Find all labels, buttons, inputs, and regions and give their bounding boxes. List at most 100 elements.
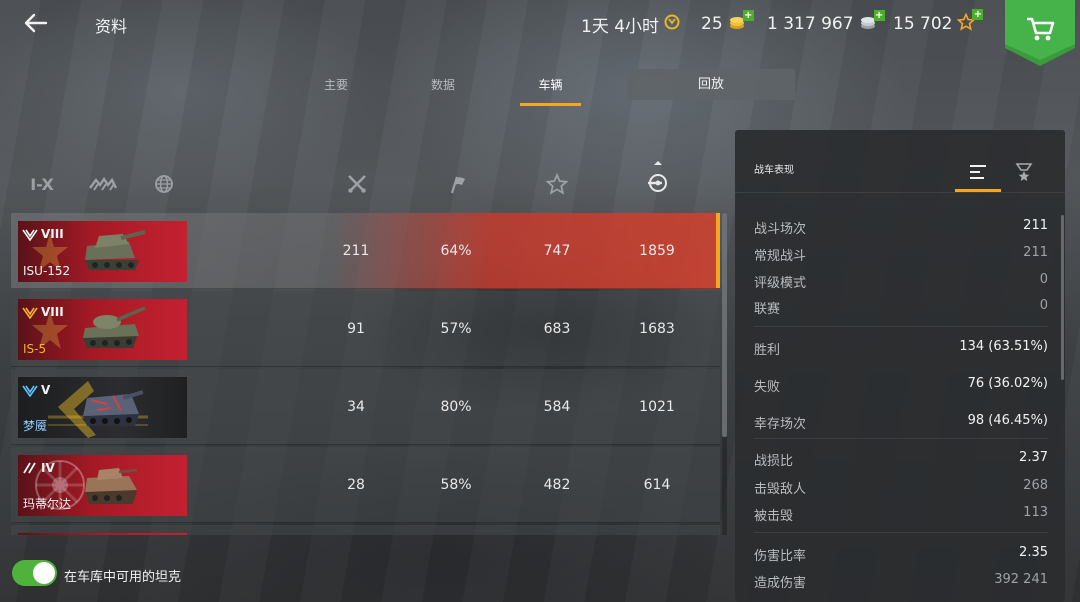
premium-timer[interactable]: 1天 4小时 <box>581 12 680 37</box>
gold-balance[interactable]: 25 + <box>701 9 754 36</box>
tank-card <box>18 533 187 535</box>
stat-row: 常规战斗 211 <box>754 245 1048 264</box>
top-bar: 资料 1天 4小时 25 + 1 317 967 + 15 702 + <box>0 0 1080 66</box>
table-row[interactable] <box>11 525 720 535</box>
heavy-tank-class-icon <box>22 229 38 241</box>
sort-by-battles[interactable] <box>344 170 370 198</box>
add-free-xp-icon[interactable]: + <box>972 8 984 20</box>
winrate-value: 57% <box>440 321 472 337</box>
garage-tanks-toggle-label: 在车库中可用的坦克 <box>64 570 182 585</box>
tank-name: 梦魇 <box>23 419 48 433</box>
vehicle-class-icon <box>89 176 118 191</box>
sort-by-xp[interactable] <box>545 170 569 198</box>
winrate-value: 58% <box>440 477 472 493</box>
premium-icon <box>664 14 680 35</box>
back-button[interactable] <box>22 9 52 37</box>
avg-xp-value: 747 <box>543 243 571 259</box>
panel-divider <box>754 532 1048 533</box>
avg-damage-value: 1859 <box>639 243 675 259</box>
avg-damage-value: 614 <box>643 477 671 493</box>
toggle-knob <box>33 562 55 584</box>
sort-by-winrate[interactable] <box>446 170 470 198</box>
free-xp-value: 15 702 <box>893 14 953 34</box>
tab-vehicles[interactable]: 车辆 <box>520 70 581 106</box>
panel-title: 战车表现 <box>754 165 794 176</box>
stat-row: 胜利 134 (63.51%) <box>754 339 1048 358</box>
silver-balance[interactable]: 1 317 967 + <box>767 9 885 36</box>
add-gold-icon[interactable]: + <box>742 9 754 21</box>
table-scrollbar-thumb[interactable] <box>722 213 727 437</box>
silver-coins-icon: + <box>859 9 885 35</box>
table-row[interactable]: VIII IS-5 91 57% 683 1683 <box>11 291 720 367</box>
stat-row: 失败 76 (36.02%) <box>754 376 1048 395</box>
medium-tank-class-icon <box>23 462 36 474</box>
arrow-left-icon <box>24 13 48 33</box>
victory-flag-icon <box>450 176 465 194</box>
crossed-swords-icon <box>348 175 366 193</box>
tank-name: 玛蒂尔达 <box>23 497 72 511</box>
stat-row: 造成伤害 392 241 <box>754 572 1048 591</box>
garage-tanks-toggle[interactable] <box>12 560 57 586</box>
stat-row: 评级模式 0 <box>754 272 1048 291</box>
shop-button[interactable] <box>1005 0 1075 66</box>
globe-icon <box>155 175 173 193</box>
table-scrollbar[interactable] <box>722 213 727 535</box>
tab-main[interactable]: 主要 <box>315 70 357 106</box>
sort-by-damage[interactable] <box>645 158 671 198</box>
damage-target-sort-icon <box>648 161 667 192</box>
panel-scrollbar[interactable] <box>1061 215 1064 380</box>
vehicle-performance-panel: 战车表现 战斗场次 211 常规战斗 211 评级模式 0 联赛 0 胜利 134 (63… <box>735 130 1065 602</box>
vehicle-type-filter[interactable] <box>88 170 118 198</box>
silver-value: 1 317 967 <box>767 14 854 34</box>
gold-value: 25 <box>701 14 723 34</box>
star-icon <box>546 173 568 195</box>
winrate-value: 64% <box>440 243 472 259</box>
collector-tank-class-icon <box>22 385 38 397</box>
battles-value: 91 <box>347 321 365 337</box>
winrate-value: 80% <box>440 399 472 415</box>
tab-stats[interactable]: 数据 <box>422 70 464 106</box>
table-row[interactable]: VIII ISU-152 211 64% 747 1859 <box>11 213 720 289</box>
tank-image-is5 <box>83 306 146 348</box>
premium-timer-value: 1天 4小时 <box>581 16 660 37</box>
tank-card: VIII ISU-152 <box>18 221 187 282</box>
tank-name: IS-5 <box>23 342 47 356</box>
free-xp-balance[interactable]: 15 702 + <box>893 8 984 36</box>
panel-tab-achievements[interactable] <box>1001 152 1047 192</box>
avg-xp-value: 584 <box>543 399 571 415</box>
stat-row: 击毁敌人 268 <box>754 478 1048 497</box>
tier-badge: IV <box>22 460 55 476</box>
nation-filter[interactable] <box>152 170 176 198</box>
tier-badge: V <box>22 382 50 398</box>
table-row[interactable]: IV 玛蒂尔达 28 58% 482 614 <box>11 447 720 523</box>
stat-row: 幸存场次 98 (46.45%) <box>754 413 1048 432</box>
avg-xp-value: 683 <box>543 321 571 337</box>
avg-damage-value: 1683 <box>639 321 675 337</box>
stat-row: 战斗场次 211 <box>754 218 1048 237</box>
panel-tab-stats[interactable] <box>955 152 1001 192</box>
premium-heavy-tank-icon <box>22 307 38 319</box>
tank-card: IV 玛蒂尔达 <box>18 455 187 516</box>
table-row[interactable]: V 梦魇 34 80% 584 1021 <box>11 369 720 445</box>
avg-damage-value: 1021 <box>639 399 675 415</box>
stat-row: 战损比 2.37 <box>754 450 1048 469</box>
battles-value: 34 <box>347 399 365 415</box>
battles-value: 28 <box>347 477 365 493</box>
stat-row: 伤害比率 2.35 <box>754 545 1048 564</box>
stats-list-icon <box>970 165 986 179</box>
tier-filter[interactable]: I-X <box>28 170 56 198</box>
stat-row: 联赛 0 <box>754 298 1048 317</box>
tier-badge: VIII <box>22 304 64 320</box>
tier-badge: VIII <box>22 226 64 242</box>
avg-xp-value: 482 <box>543 477 571 493</box>
tank-card: V 梦魇 <box>18 377 187 438</box>
panel-divider <box>735 192 1065 193</box>
page-title: 资料 <box>95 17 128 36</box>
tank-name: ISU-152 <box>23 264 71 278</box>
replay-button[interactable]: 回放 <box>627 69 795 100</box>
vehicle-table: VIII ISU-152 211 64% 747 1859 VIII IS-5 … <box>11 213 720 535</box>
add-silver-icon[interactable]: + <box>873 9 885 21</box>
tank-image-isu152 <box>85 230 146 270</box>
panel-divider <box>754 326 1048 327</box>
free-xp-star-icon: + <box>957 8 984 36</box>
